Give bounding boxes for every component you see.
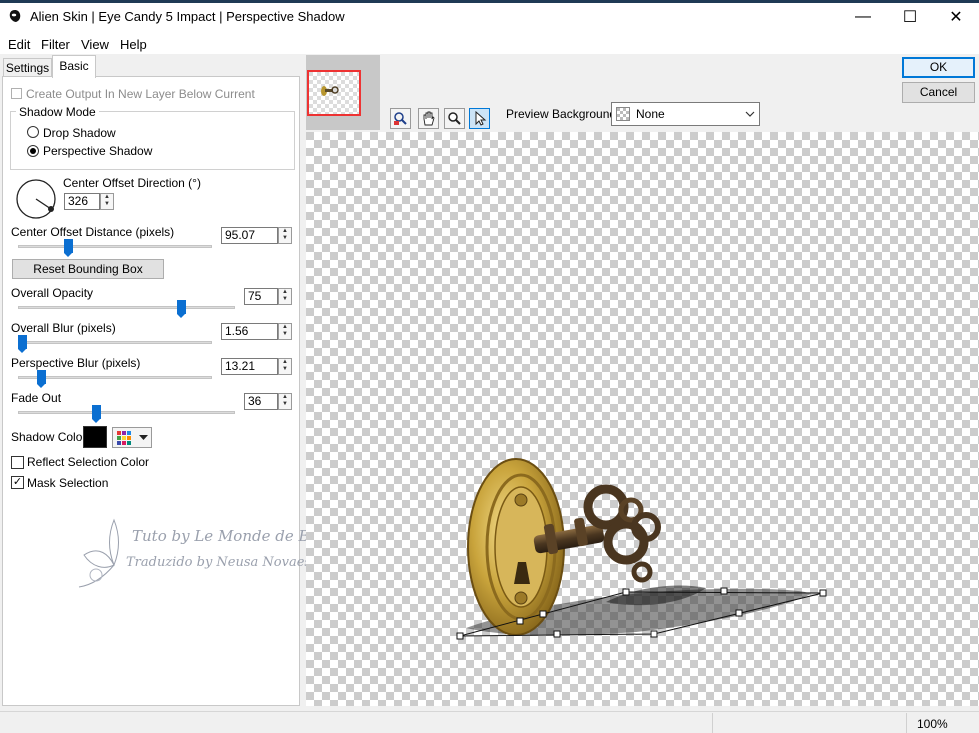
mask-selection-checkbox[interactable]: ✓ bbox=[11, 476, 24, 489]
bounding-box-handle[interactable] bbox=[819, 589, 827, 597]
shadow-color-label: Shadow Color bbox=[11, 430, 87, 444]
window-title: Alien Skin | Eye Candy 5 Impact | Perspe… bbox=[30, 9, 345, 24]
pointer-tool-button[interactable] bbox=[469, 108, 490, 129]
hand-tool-button[interactable] bbox=[418, 108, 439, 129]
shadow-mode-group bbox=[10, 111, 295, 170]
cancel-button[interactable]: Cancel bbox=[902, 82, 975, 103]
perspective-blur-label: Perspective Blur (pixels) bbox=[11, 356, 141, 370]
menu-filter[interactable]: Filter bbox=[41, 37, 70, 52]
color-palette-icon bbox=[117, 431, 131, 445]
menu-view[interactable]: View bbox=[81, 37, 109, 52]
center-offset-distance-slider-track[interactable] bbox=[18, 245, 212, 248]
overall-opacity-spinner[interactable]: ▲ ▼ bbox=[278, 288, 292, 305]
center-offset-direction-label: Center Offset Direction (°) bbox=[63, 176, 201, 190]
center-offset-distance-label: Center Offset Distance (pixels) bbox=[11, 225, 175, 239]
bounding-box-handle[interactable] bbox=[720, 587, 728, 595]
bounding-box-handle[interactable] bbox=[456, 632, 464, 640]
navigator-viewport[interactable] bbox=[307, 70, 361, 116]
center-offset-direction-field[interactable]: 326 bbox=[64, 193, 100, 210]
bounding-box-handle[interactable] bbox=[735, 609, 743, 617]
overall-opacity-label: Overall Opacity bbox=[11, 286, 94, 300]
shadow-mode-label: Shadow Mode bbox=[16, 105, 99, 119]
center-offset-distance-field[interactable]: 95.07 bbox=[221, 227, 278, 244]
fade-out-slider-track[interactable] bbox=[18, 411, 235, 414]
create-output-checkbox[interactable] bbox=[11, 88, 22, 99]
direction-dial[interactable] bbox=[15, 178, 57, 220]
shadow-color-swatch[interactable] bbox=[83, 426, 107, 448]
center-offset-direction-spinner[interactable]: ▲ ▼ bbox=[100, 193, 114, 210]
overall-blur-slider-thumb[interactable] bbox=[17, 335, 27, 353]
watermark-line-2: Traduzido by Neusa Novaes bbox=[126, 555, 312, 570]
chevron-down-icon bbox=[745, 111, 755, 117]
preview-background-value: None bbox=[636, 107, 665, 121]
preview-canvas[interactable] bbox=[306, 132, 979, 706]
center-offset-distance-spinner[interactable]: ▲ ▼ bbox=[278, 227, 292, 244]
fade-out-label: Fade Out bbox=[11, 391, 62, 405]
preview-image bbox=[456, 458, 827, 640]
status-divider bbox=[906, 713, 907, 733]
hand-tool-icon bbox=[423, 111, 435, 126]
mask-selection-label: Mask Selection bbox=[27, 476, 109, 490]
center-offset-distance-slider-thumb[interactable] bbox=[64, 239, 74, 257]
perspective-blur-slider-track[interactable] bbox=[18, 376, 212, 379]
perspective-blur-slider-thumb[interactable] bbox=[37, 370, 47, 388]
menu-bar bbox=[0, 34, 979, 54]
overall-blur-slider-track[interactable] bbox=[18, 341, 212, 344]
status-divider bbox=[712, 713, 713, 733]
bounding-box-handle[interactable] bbox=[516, 617, 524, 625]
bounding-box-handle[interactable] bbox=[622, 588, 630, 596]
reflect-selection-checkbox[interactable] bbox=[11, 456, 24, 469]
create-output-label: Create Output In New Layer Below Current bbox=[26, 87, 255, 101]
perspective-shadow-radio[interactable] bbox=[27, 145, 39, 157]
preview-background-select[interactable]: None bbox=[611, 102, 760, 126]
overall-opacity-slider-thumb[interactable] bbox=[176, 300, 186, 318]
zoom-level: 100% bbox=[917, 717, 948, 731]
maximize-button[interactable]: ☐ bbox=[887, 3, 933, 31]
pointer-tool-icon bbox=[475, 111, 487, 126]
reset-bounding-box-button[interactable]: Reset Bounding Box bbox=[12, 259, 164, 279]
dropdown-arrow-icon bbox=[139, 435, 148, 440]
watermark-line-1: Tuto by Le Monde de Bea bbox=[132, 527, 328, 545]
reflect-selection-label: Reflect Selection Color bbox=[27, 455, 150, 469]
preview-background-label: Preview Background: bbox=[506, 107, 620, 121]
menu-help[interactable]: Help bbox=[120, 37, 147, 52]
tutorial-watermark: Tuto by Le Monde de Bea Traduzido by Neu… bbox=[74, 515, 327, 595]
status-bar bbox=[0, 711, 979, 733]
drop-shadow-radio[interactable] bbox=[27, 126, 39, 138]
perspective-shadow-label: Perspective Shadow bbox=[43, 144, 153, 158]
checkerboard-icon bbox=[616, 107, 630, 121]
bounding-box-handle[interactable] bbox=[650, 630, 658, 638]
bounding-box-handle[interactable] bbox=[553, 630, 561, 638]
overall-opacity-field[interactable]: 75 bbox=[244, 288, 278, 305]
drop-shadow-label: Drop Shadow bbox=[43, 126, 116, 140]
overall-opacity-slider-track[interactable] bbox=[18, 306, 235, 309]
ok-button[interactable]: OK bbox=[902, 57, 975, 78]
menu-edit[interactable]: Edit bbox=[8, 37, 30, 52]
close-button[interactable]: ✕ bbox=[933, 3, 979, 31]
zoom-tool-icon bbox=[448, 112, 461, 125]
overall-blur-spinner[interactable]: ▲ ▼ bbox=[278, 323, 292, 340]
perspective-blur-field[interactable]: 13.21 bbox=[221, 358, 278, 375]
color-picker-button[interactable] bbox=[112, 427, 152, 448]
fade-out-field[interactable]: 36 bbox=[244, 393, 278, 410]
zoom-fit-button[interactable] bbox=[390, 108, 411, 129]
perspective-blur-spinner[interactable]: ▲ ▼ bbox=[278, 358, 292, 375]
overall-blur-field[interactable]: 1.56 bbox=[221, 323, 278, 340]
fade-out-slider-thumb[interactable] bbox=[92, 405, 102, 423]
tab-basic[interactable]: Basic bbox=[52, 55, 96, 78]
zoom-tool-button[interactable] bbox=[444, 108, 465, 129]
zoom-fit-icon bbox=[394, 112, 407, 125]
bounding-box-handle[interactable] bbox=[539, 610, 547, 618]
alien-skin-logo-icon bbox=[9, 10, 21, 22]
navigator-key-thumbnail bbox=[321, 86, 339, 96]
overall-blur-label: Overall Blur (pixels) bbox=[11, 321, 116, 335]
fade-out-spinner[interactable]: ▲ ▼ bbox=[278, 393, 292, 410]
minimize-button[interactable]: — bbox=[840, 3, 886, 31]
